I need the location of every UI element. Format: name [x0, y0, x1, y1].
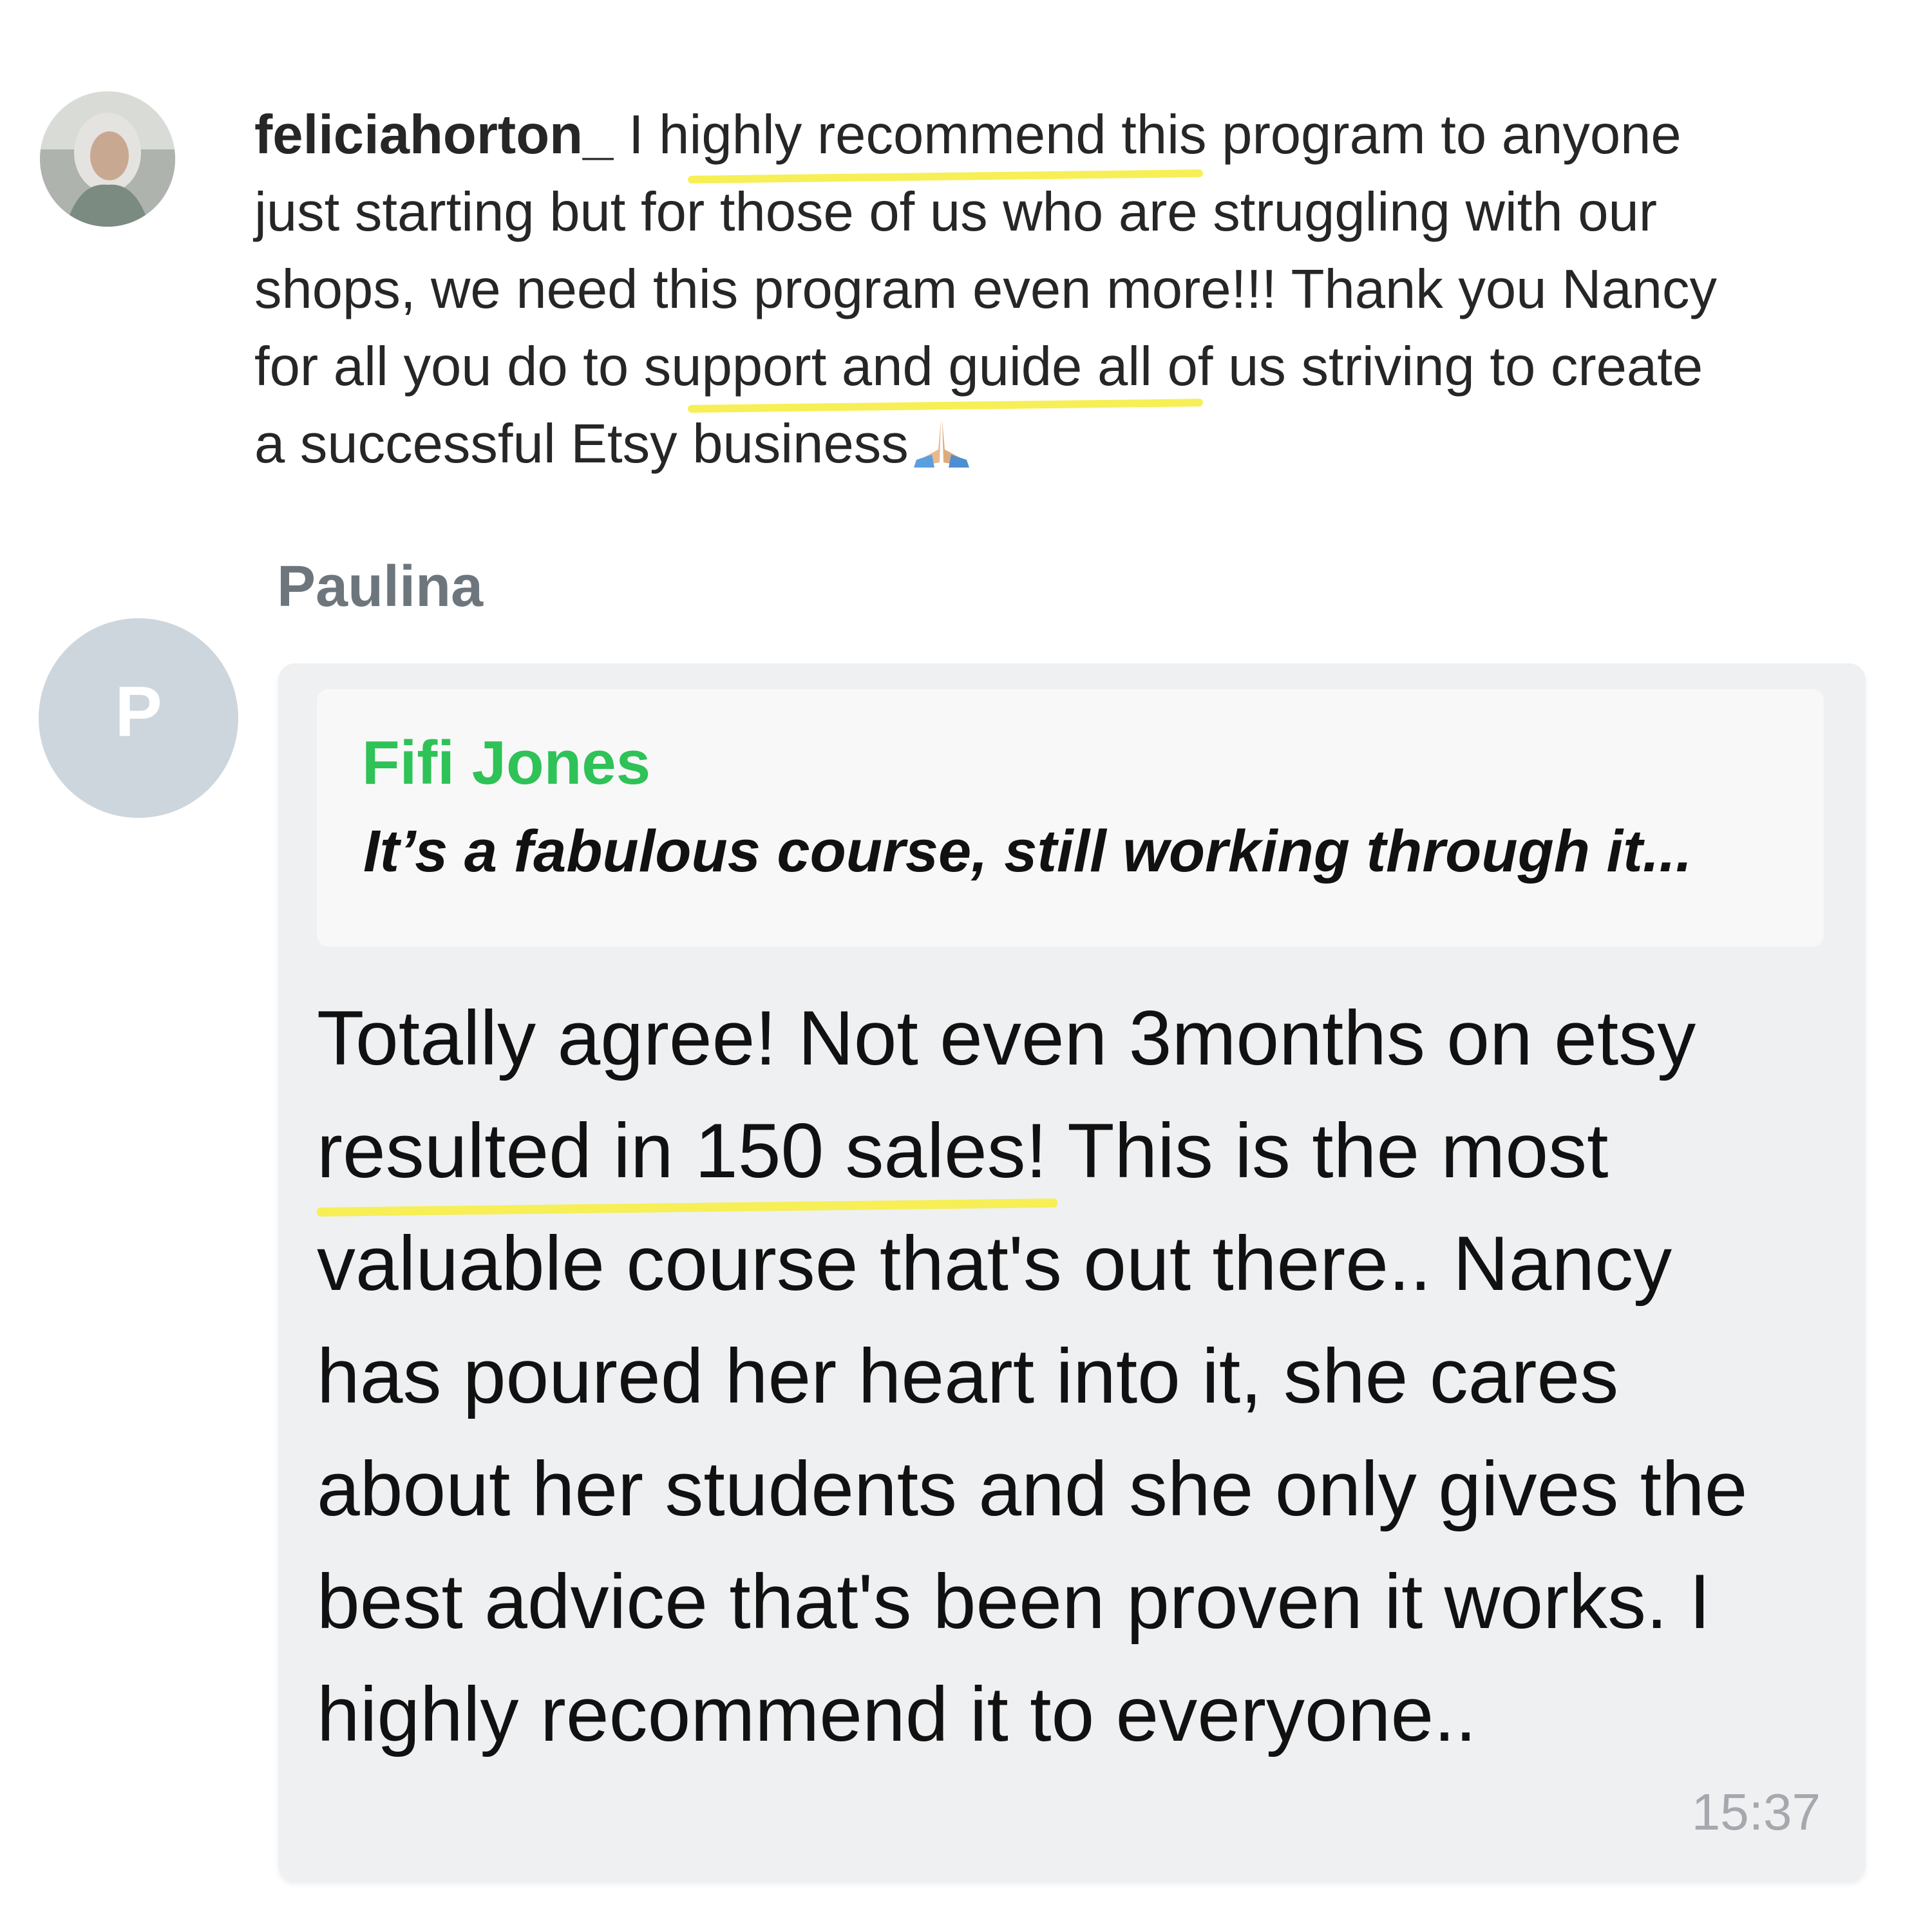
reply-quote-text: It’s a fabulous course, still working th… — [363, 819, 1692, 884]
reply-quote-author: Fifi Jones — [362, 728, 651, 797]
message-body: Totally agree! Not even 3months on etsy … — [317, 982, 1837, 1771]
comment-text: I highly recommend this program to anyon… — [613, 104, 1681, 166]
reply-quote[interactable]: Fifi Jones It’s a fabulous course, still… — [317, 689, 1824, 947]
message-line-6: best advice that's been proven it works.… — [317, 1558, 1711, 1645]
message-timestamp: 15:37 — [1691, 1783, 1821, 1841]
commenter-photo — [40, 91, 175, 227]
message-line-1: Totally agree! Not even 3months on etsy — [317, 995, 1696, 1081]
comment-line-1: feliciahorton_ I highly recommend this p… — [254, 97, 1916, 174]
message-bubble: Fifi Jones It’s a fabulous course, still… — [278, 663, 1866, 1880]
message-line-7: highly recommend it to everyone.. — [317, 1671, 1477, 1757]
message-sender-name[interactable]: Paulina — [277, 554, 483, 620]
instagram-comment: feliciahorton_ I highly recommend this p… — [254, 97, 1916, 483]
message-line-3: valuable course that's out there.. Nancy — [317, 1220, 1672, 1307]
message-line-4: has poured her heart into it, she cares — [317, 1333, 1619, 1419]
sender-avatar[interactable]: P — [39, 618, 238, 818]
comment-line-2: just starting but for those of us who ar… — [254, 182, 1658, 243]
message-line-2: resulted in 150 sales! This is the most — [317, 1108, 1609, 1194]
commenter-avatar[interactable] — [40, 91, 175, 227]
comment-username[interactable]: feliciahorton_ — [254, 104, 613, 166]
comment-line-5: a successful Etsy business — [254, 406, 1916, 483]
folded-hands-emoji — [913, 412, 971, 489]
message-line-5: about her students and she only gives th… — [317, 1446, 1748, 1532]
comment-text-end: a successful Etsy business — [254, 413, 909, 475]
comment-line-4: for all you do to support and guide all … — [254, 336, 1703, 397]
comment-line-3: shops, we need this program even more!!!… — [254, 259, 1718, 320]
